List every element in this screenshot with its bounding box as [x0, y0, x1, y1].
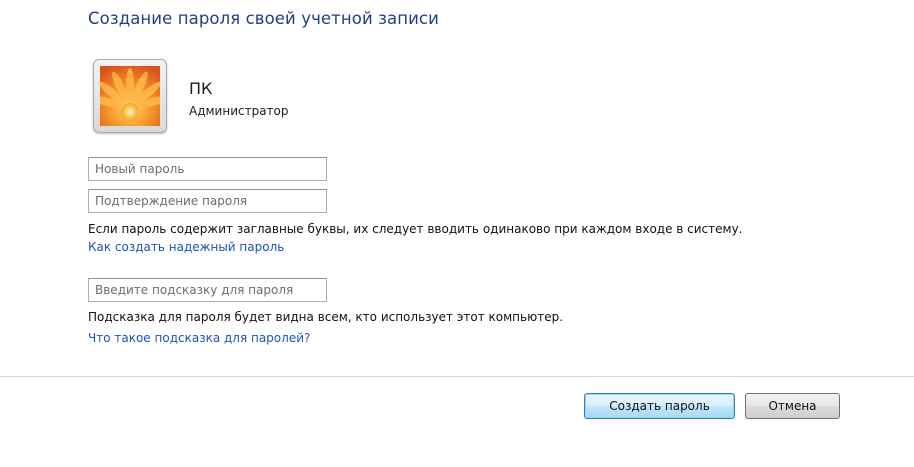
account-name: ПК	[189, 79, 213, 98]
create-password-button[interactable]: Создать пароль	[584, 393, 735, 419]
cancel-button[interactable]: Отмена	[745, 393, 840, 419]
case-sensitivity-note: Если пароль содержит заглавные буквы, их…	[88, 222, 743, 236]
page-title: Создание пароля своей учетной записи	[88, 9, 439, 28]
account-role: Администратор	[189, 104, 289, 118]
footer-divider	[0, 376, 914, 377]
new-password-input[interactable]	[88, 157, 327, 181]
strong-password-link[interactable]: Как создать надежный пароль	[88, 240, 284, 254]
orange-flower-icon	[100, 66, 160, 126]
password-hint-input[interactable]	[88, 278, 327, 302]
user-avatar	[93, 59, 167, 133]
hint-visibility-note: Подсказка для пароля будет видна всем, к…	[88, 310, 564, 324]
password-hint-help-link[interactable]: Что такое подсказка для паролей?	[88, 331, 310, 345]
confirm-password-input[interactable]	[88, 189, 327, 213]
